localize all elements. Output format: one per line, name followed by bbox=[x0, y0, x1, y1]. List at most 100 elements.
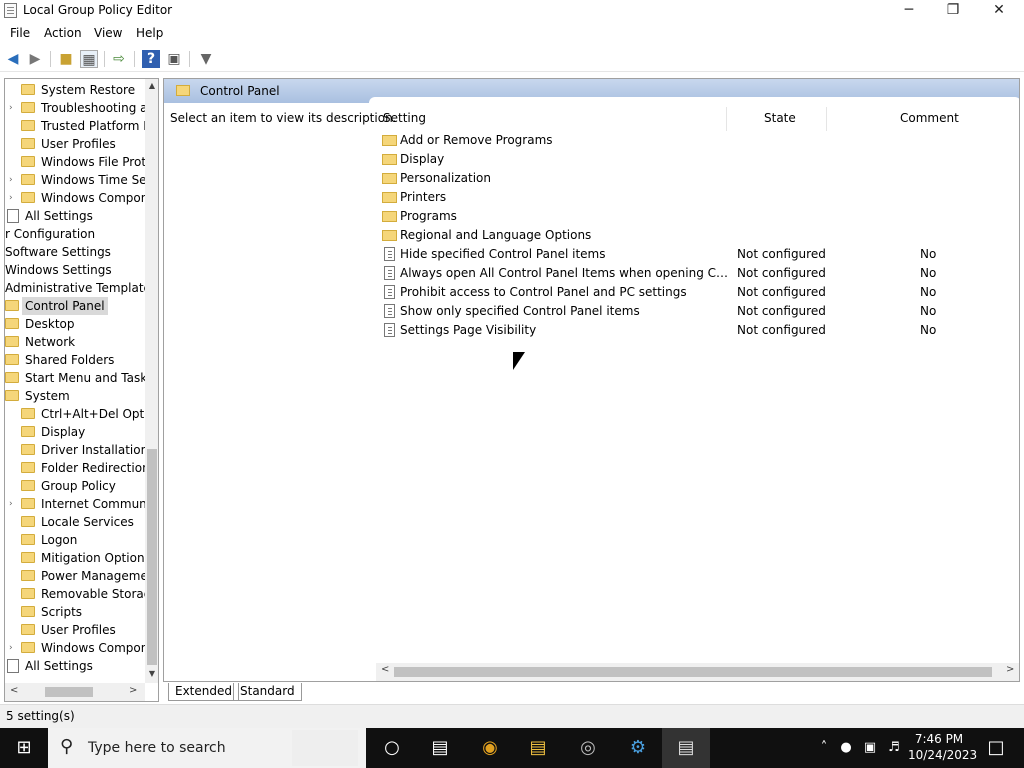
policy-editor-taskbar-icon[interactable]: ▤ bbox=[662, 728, 710, 768]
tree-item[interactable]: Locale Services bbox=[5, 513, 155, 531]
clock[interactable]: 7:46 PM 10/24/2023 bbox=[908, 731, 977, 763]
taskbar-search[interactable]: ⚲ Type here to search bbox=[48, 728, 366, 768]
setting-row[interactable]: Add or Remove Programs bbox=[380, 131, 1019, 150]
column-state[interactable]: State bbox=[764, 111, 796, 125]
export-list-icon[interactable]: ⇨ bbox=[110, 50, 128, 68]
maximize-button[interactable]: ❐ bbox=[930, 0, 976, 22]
file-explorer-icon[interactable]: ▤ bbox=[514, 728, 562, 768]
setting-row[interactable]: Prohibit access to Control Panel and PC … bbox=[380, 283, 1019, 302]
expand-arrow-icon[interactable]: › bbox=[9, 189, 19, 207]
menu-file[interactable]: File bbox=[10, 26, 30, 40]
tree-item[interactable]: System bbox=[5, 387, 155, 405]
tree-item[interactable]: Scripts bbox=[5, 603, 155, 621]
expand-arrow-icon[interactable]: › bbox=[9, 639, 19, 657]
tree-item[interactable]: Mitigation Options bbox=[5, 549, 155, 567]
tree-item[interactable]: r Configuration bbox=[5, 225, 155, 243]
setting-row[interactable]: Regional and Language Options bbox=[380, 226, 1019, 245]
scroll-down-arrow-icon[interactable]: ▼ bbox=[145, 667, 158, 681]
scroll-thumb[interactable] bbox=[147, 449, 157, 665]
scroll-right-arrow-icon[interactable]: > bbox=[129, 685, 137, 696]
menu-help[interactable]: Help bbox=[136, 26, 163, 40]
navigation-tree[interactable]: System Restore › Troubleshooting ar Trusted… bbox=[4, 78, 159, 702]
tree-item[interactable]: › Windows Time Ser bbox=[5, 171, 155, 189]
tree-horizontal-scrollbar[interactable]: < > bbox=[5, 683, 145, 701]
close-button[interactable]: ✕ bbox=[976, 0, 1022, 22]
setting-row[interactable]: Show only specified Control Panel items N… bbox=[380, 302, 1019, 321]
minimize-button[interactable]: ─ bbox=[886, 0, 932, 22]
column-setting[interactable]: Setting bbox=[383, 111, 426, 125]
setting-row[interactable]: Settings Page Visibility Not configured No bbox=[380, 321, 1019, 340]
help-icon[interactable]: ? bbox=[142, 50, 160, 68]
column-divider[interactable] bbox=[826, 107, 827, 131]
column-divider[interactable] bbox=[726, 107, 727, 131]
tree-item[interactable]: › Windows Component bbox=[5, 189, 155, 207]
tree-item[interactable]: Software Settings bbox=[5, 243, 155, 261]
back-arrow-icon[interactable]: ◀ bbox=[4, 50, 22, 68]
scroll-thumb[interactable] bbox=[394, 667, 992, 677]
tree-item[interactable]: Folder Redirection bbox=[5, 459, 155, 477]
tree-item[interactable]: Logon bbox=[5, 531, 155, 549]
windows-start-icon[interactable]: ⊞ bbox=[0, 728, 48, 768]
folder-icon bbox=[5, 390, 19, 401]
tree-item[interactable]: User Profiles bbox=[5, 621, 155, 639]
obs-icon[interactable]: ◎ bbox=[564, 728, 612, 768]
tree-item[interactable]: User Profiles bbox=[5, 135, 155, 153]
setting-row[interactable]: Display bbox=[380, 150, 1019, 169]
menu-view[interactable]: View bbox=[94, 26, 122, 40]
tree-item[interactable]: Ctrl+Alt+Del Optic bbox=[5, 405, 155, 423]
scroll-up-arrow-icon[interactable]: ▲ bbox=[145, 79, 158, 93]
tree-item[interactable]: Administrative Templates bbox=[5, 279, 155, 297]
tree-vertical-scrollbar[interactable]: ▲ ▼ bbox=[145, 79, 158, 683]
tree-item[interactable]: Network bbox=[5, 333, 155, 351]
tree-item[interactable]: Power Managemer bbox=[5, 567, 155, 585]
tree-item[interactable]: Driver Installation bbox=[5, 441, 155, 459]
expand-arrow-icon[interactable]: › bbox=[9, 99, 19, 117]
scroll-thumb[interactable] bbox=[45, 687, 93, 697]
forward-arrow-icon[interactable]: ▶ bbox=[26, 50, 44, 68]
setting-row[interactable]: Always open All Control Panel Items when… bbox=[380, 264, 1019, 283]
notifications-icon[interactable]: □ bbox=[976, 728, 1016, 768]
tree-item[interactable]: › Windows Component bbox=[5, 639, 155, 657]
menu-action[interactable]: Action bbox=[44, 26, 82, 40]
task-view-icon[interactable]: ▤ bbox=[416, 728, 464, 768]
tree-item[interactable]: Windows Settings bbox=[5, 261, 155, 279]
tab-extended[interactable]: Extended bbox=[168, 683, 239, 701]
list-horizontal-scrollbar[interactable]: < > bbox=[376, 663, 1019, 681]
tree-item[interactable]: › Troubleshooting ar bbox=[5, 99, 155, 117]
tree-item[interactable]: Group Policy bbox=[5, 477, 155, 495]
tree-item[interactable]: Display bbox=[5, 423, 155, 441]
scroll-left-arrow-icon[interactable]: < bbox=[381, 664, 389, 675]
tree-item[interactable]: Windows File Prote bbox=[5, 153, 155, 171]
column-comment[interactable]: Comment bbox=[900, 111, 959, 125]
expand-arrow-icon[interactable]: › bbox=[9, 495, 19, 513]
tree-item[interactable]: All Settings bbox=[5, 207, 155, 225]
network-app-icon[interactable]: ⚙ bbox=[614, 728, 662, 768]
cortana-icon[interactable]: ○ bbox=[368, 728, 416, 768]
scroll-left-arrow-icon[interactable]: < bbox=[10, 685, 18, 696]
up-folder-icon[interactable]: ■ bbox=[57, 50, 75, 68]
tree-item[interactable]: System Restore bbox=[5, 81, 155, 99]
tree-item[interactable]: Removable Storage bbox=[5, 585, 155, 603]
tree-item[interactable]: Trusted Platform M bbox=[5, 117, 155, 135]
scroll-right-arrow-icon[interactable]: > bbox=[1006, 664, 1014, 675]
chevron-up-icon[interactable]: ˄ bbox=[814, 728, 834, 768]
setting-row[interactable]: Hide specified Control Panel items Not co… bbox=[380, 245, 1019, 264]
setting-row[interactable]: Printers bbox=[380, 188, 1019, 207]
properties-icon[interactable]: ▣ bbox=[165, 50, 183, 68]
show-hide-tree-icon[interactable]: ▦ bbox=[80, 50, 98, 68]
tree-item[interactable]: Shared Folders bbox=[5, 351, 155, 369]
filter-icon[interactable]: ▼ bbox=[197, 50, 215, 68]
setting-row[interactable]: Personalization bbox=[380, 169, 1019, 188]
tree-item[interactable]: Start Menu and Taskba bbox=[5, 369, 155, 387]
microphone-icon[interactable]: ● bbox=[836, 728, 856, 768]
tree-item[interactable]: Control Panel bbox=[5, 297, 155, 315]
tree-item[interactable]: All Settings bbox=[5, 657, 155, 675]
tab-standard[interactable]: Standard bbox=[233, 683, 302, 701]
setting-row[interactable]: Programs bbox=[380, 207, 1019, 226]
expand-arrow-icon[interactable]: › bbox=[9, 171, 19, 189]
chrome-icon[interactable]: ◉ bbox=[466, 728, 514, 768]
tree-item[interactable]: Desktop bbox=[5, 315, 155, 333]
tree-item[interactable]: › Internet Communi bbox=[5, 495, 155, 513]
network-icon[interactable]: ▣ bbox=[860, 728, 880, 768]
volume-icon[interactable]: ♬ bbox=[884, 728, 904, 768]
